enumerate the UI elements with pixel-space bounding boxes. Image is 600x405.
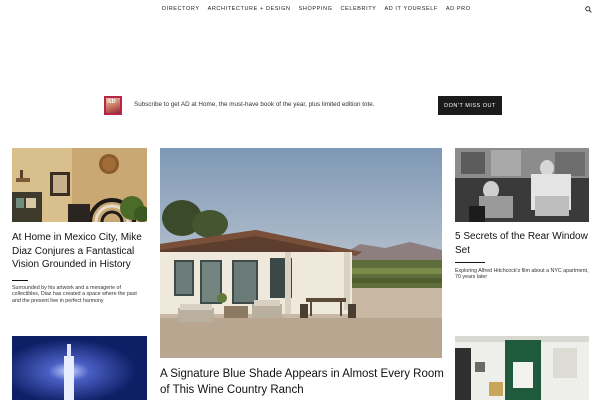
article-image-night-tower[interactable] — [12, 336, 147, 400]
dont-miss-out-button[interactable]: Don't Miss Out — [438, 96, 502, 115]
search-icon[interactable] — [585, 6, 592, 13]
top-navigation: Directory Architecture + Design Shopping… — [0, 0, 600, 22]
article-title[interactable]: A Signature Blue Shade Appears in Almost… — [160, 366, 450, 398]
article-image-interior[interactable] — [12, 148, 147, 222]
nav-item-ad-pro[interactable]: AD PRO — [446, 6, 471, 12]
article-image-interior-green[interactable] — [455, 336, 589, 400]
article-subtitle: Surrounded by his artwork and a menageri… — [12, 285, 137, 304]
article-title[interactable]: 5 Secrets of the Rear Window Set — [455, 230, 595, 257]
divider — [455, 262, 485, 263]
cover-logo: AD — [107, 99, 116, 105]
nav-item-architecture-design[interactable]: Architecture + Design — [208, 6, 291, 12]
nav-item-celebrity[interactable]: Celebrity — [340, 6, 376, 12]
nav-menu: Directory Architecture + Design Shopping… — [162, 6, 471, 12]
promo-text: Subscribe to get AD at Home, the must-ha… — [134, 101, 375, 108]
article-image-rear-window-still[interactable] — [455, 148, 589, 222]
article-image-ranch[interactable] — [160, 148, 442, 358]
divider — [12, 280, 28, 281]
nav-item-ad-it-yourself[interactable]: AD It Yourself — [384, 6, 437, 12]
article-title[interactable]: At Home in Mexico City, Mike Diaz Conjur… — [12, 231, 150, 272]
nav-item-shopping[interactable]: Shopping — [299, 6, 333, 12]
nav-item-directory[interactable]: Directory — [162, 6, 200, 12]
magazine-cover-image: AD — [104, 96, 122, 115]
article-subtitle: Exploring Alfred Hitchcock's film about … — [455, 268, 589, 281]
subscribe-promo: AD Subscribe to get AD at Home, the must… — [104, 96, 504, 116]
